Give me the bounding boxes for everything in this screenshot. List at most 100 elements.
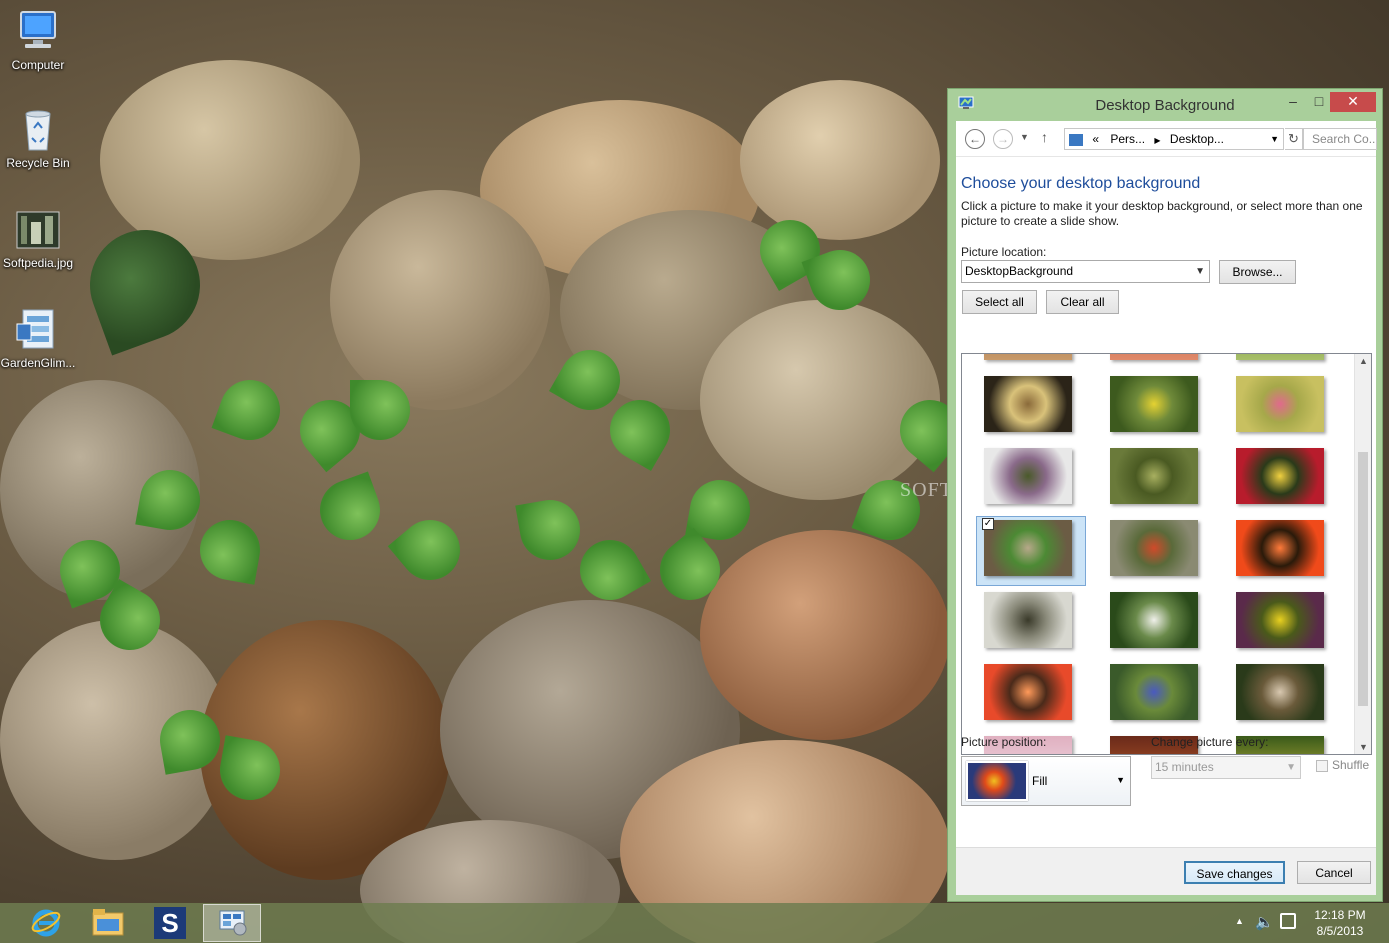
recent-pages-button[interactable]: ▼ [1020, 132, 1029, 142]
picture-position-select[interactable]: Fill ▼ [961, 756, 1131, 806]
desktop-icon-computer[interactable]: Computer [0, 10, 76, 72]
taskbar-internet-explorer[interactable] [17, 904, 75, 942]
refresh-button[interactable]: ↻ [1285, 128, 1303, 150]
close-button[interactable]: ✕ [1330, 92, 1376, 112]
gallery-thumb-red-gerbera[interactable] [1236, 448, 1324, 504]
picture-location-label: Picture location: [961, 245, 1047, 259]
picture-position-label: Picture position: [961, 735, 1047, 749]
change-interval-value: 15 minutes [1155, 760, 1214, 774]
desktop-icon-label: Computer [11, 58, 65, 72]
picture-gallery: ✓ ▲ ▼ [961, 353, 1372, 755]
back-button[interactable]: ← [965, 129, 985, 149]
gallery-thumb-pink-mimosa[interactable] [1236, 376, 1324, 432]
save-changes-button[interactable]: Save changes [1184, 861, 1285, 884]
forward-arrow-icon: → [997, 132, 1009, 146]
desktop-icon-softpedia-jpg[interactable]: Softpedia.jpg [0, 208, 76, 270]
title-bar[interactable]: Desktop Background – □ ✕ [948, 89, 1382, 121]
show-hidden-icons-icon[interactable]: ▲ [1235, 916, 1244, 926]
volume-icon[interactable]: 🔈 [1255, 913, 1274, 931]
taskbar: S ▲ 🔈 12:18 PM 8/5/2013 [0, 903, 1389, 943]
forward-button[interactable]: → [993, 129, 1013, 149]
network-icon[interactable] [1280, 913, 1296, 929]
clock-time: 12:18 PM [1314, 908, 1366, 922]
navigation-bar: ← → ▼ ↑ « Pers... ▶ Desktop... ▼ ↻ Searc… [956, 121, 1377, 157]
desktop-icon-recycle-bin[interactable]: Recycle Bin [0, 108, 76, 170]
taskbar-control-panel[interactable] [203, 904, 261, 942]
refresh-icon: ↻ [1288, 131, 1299, 146]
theme-file-icon [15, 308, 61, 352]
desktop-icon-label: GardenGlim... [0, 356, 76, 370]
taskbar-softpedia-app[interactable]: S [141, 904, 199, 942]
address-dropdown-icon[interactable]: ▼ [1270, 129, 1279, 149]
scroll-up-icon[interactable]: ▲ [1359, 356, 1368, 366]
gallery-scrollbar[interactable]: ▲ ▼ [1354, 354, 1371, 754]
chevron-down-icon: ▼ [1116, 775, 1125, 785]
back-arrow-icon: ← [969, 132, 981, 146]
breadcrumb-separator-icon: ▶ [1154, 136, 1161, 145]
control-panel-icon [216, 907, 248, 940]
picture-position-value: Fill [1032, 774, 1048, 788]
desktop-icon-gardenglim[interactable]: GardenGlim... [0, 308, 76, 370]
change-picture-every-label: Change picture every: [1151, 735, 1269, 749]
breadcrumb-item-desktop-background[interactable]: Desktop... [1170, 132, 1224, 146]
page-description: Click a picture to make it your desktop … [961, 199, 1363, 228]
search-input[interactable]: Search Co... [1303, 128, 1377, 150]
maximize-icon: □ [1314, 93, 1324, 109]
select-all-button[interactable]: Select all [962, 290, 1037, 314]
image-file-icon [15, 208, 61, 252]
cancel-button[interactable]: Cancel [1297, 861, 1371, 884]
minimize-icon: – [1289, 93, 1297, 109]
system-clock[interactable]: 12:18 PM 8/5/2013 [1305, 907, 1375, 939]
scrollbar-thumb[interactable] [1358, 452, 1368, 706]
shuffle-label: Shuffle [1332, 758, 1370, 772]
chevron-down-icon: ▼ [1286, 762, 1296, 773]
recycle-bin-icon [15, 108, 61, 152]
gallery-thumb-branch-bird[interactable] [984, 448, 1072, 504]
chevron-down-icon: ▼ [1195, 266, 1205, 277]
change-interval-select: 15 minutes ▼ [1151, 756, 1301, 779]
picture-location-select[interactable]: DesktopBackground ▼ [961, 260, 1210, 283]
gallery-thumb-green-meadow[interactable] [1110, 448, 1198, 504]
desktop-icon-label: Softpedia.jpg [2, 256, 74, 270]
minimize-button[interactable]: – [1282, 92, 1304, 112]
window-client-area: ← → ▼ ↑ « Pers... ▶ Desktop... ▼ ↻ Searc… [956, 121, 1377, 895]
gallery-thumb-pebbles-clover[interactable] [984, 520, 1072, 576]
gallery-thumb-white-blossoms[interactable] [1110, 592, 1198, 648]
gallery-thumb-partial[interactable] [1110, 354, 1198, 360]
desktop-background-window: Desktop Background – □ ✕ ← → ▼ ↑ « Pers.… [947, 88, 1383, 902]
gallery-thumb-yellow-cluster[interactable] [1236, 592, 1324, 648]
page-title: Choose your desktop background [961, 175, 1201, 192]
gallery-thumb-bokeh-seed-pods[interactable] [984, 376, 1072, 432]
gallery-thumb-partial[interactable] [1236, 354, 1324, 360]
taskbar-file-explorer[interactable] [79, 904, 137, 942]
address-bar[interactable]: « Pers... ▶ Desktop... ▼ [1064, 128, 1284, 150]
gallery-thumb-orange-gerbera[interactable] [1236, 520, 1324, 576]
picture-location-value: DesktopBackground [965, 264, 1074, 278]
gallery-thumb-dark-berries[interactable] [1236, 664, 1324, 720]
desktop-icon-label: Recycle Bin [6, 156, 70, 170]
up-button[interactable]: ↑ [1041, 129, 1048, 145]
clear-all-button[interactable]: Clear all [1046, 290, 1119, 314]
maximize-button[interactable]: □ [1308, 92, 1330, 112]
position-preview-image [966, 761, 1028, 801]
gallery-thumb-yellow-flowers[interactable] [1110, 376, 1198, 432]
gallery-thumb-partial[interactable] [984, 354, 1072, 360]
chevron-down-icon: ▼ [1020, 132, 1029, 142]
close-icon: ✕ [1347, 93, 1359, 109]
gallery-thumb-white-branches[interactable] [984, 592, 1072, 648]
thumb-checkbox-pebbles-clover[interactable]: ✓ [982, 518, 994, 530]
up-arrow-icon: ↑ [1041, 129, 1048, 145]
gallery-thumb-red-ball-flower[interactable] [1110, 520, 1198, 576]
checkmark-icon: ✓ [983, 518, 993, 529]
browse-button[interactable]: Browse... [1219, 260, 1296, 284]
dialog-footer: Save changes Cancel [956, 847, 1376, 895]
computer-icon [15, 10, 61, 54]
scroll-down-icon[interactable]: ▼ [1359, 742, 1368, 752]
gallery-thumb-blue-wildflowers[interactable] [1110, 664, 1198, 720]
clock-date: 8/5/2013 [1316, 924, 1364, 938]
gallery-thumb-orange-dahlia[interactable] [984, 664, 1072, 720]
shuffle-checkbox [1316, 760, 1328, 772]
control-panel-icon [1069, 133, 1083, 146]
breadcrumb-item-personalization[interactable]: Pers... [1110, 132, 1145, 146]
breadcrumb-prefix: « [1092, 132, 1100, 146]
